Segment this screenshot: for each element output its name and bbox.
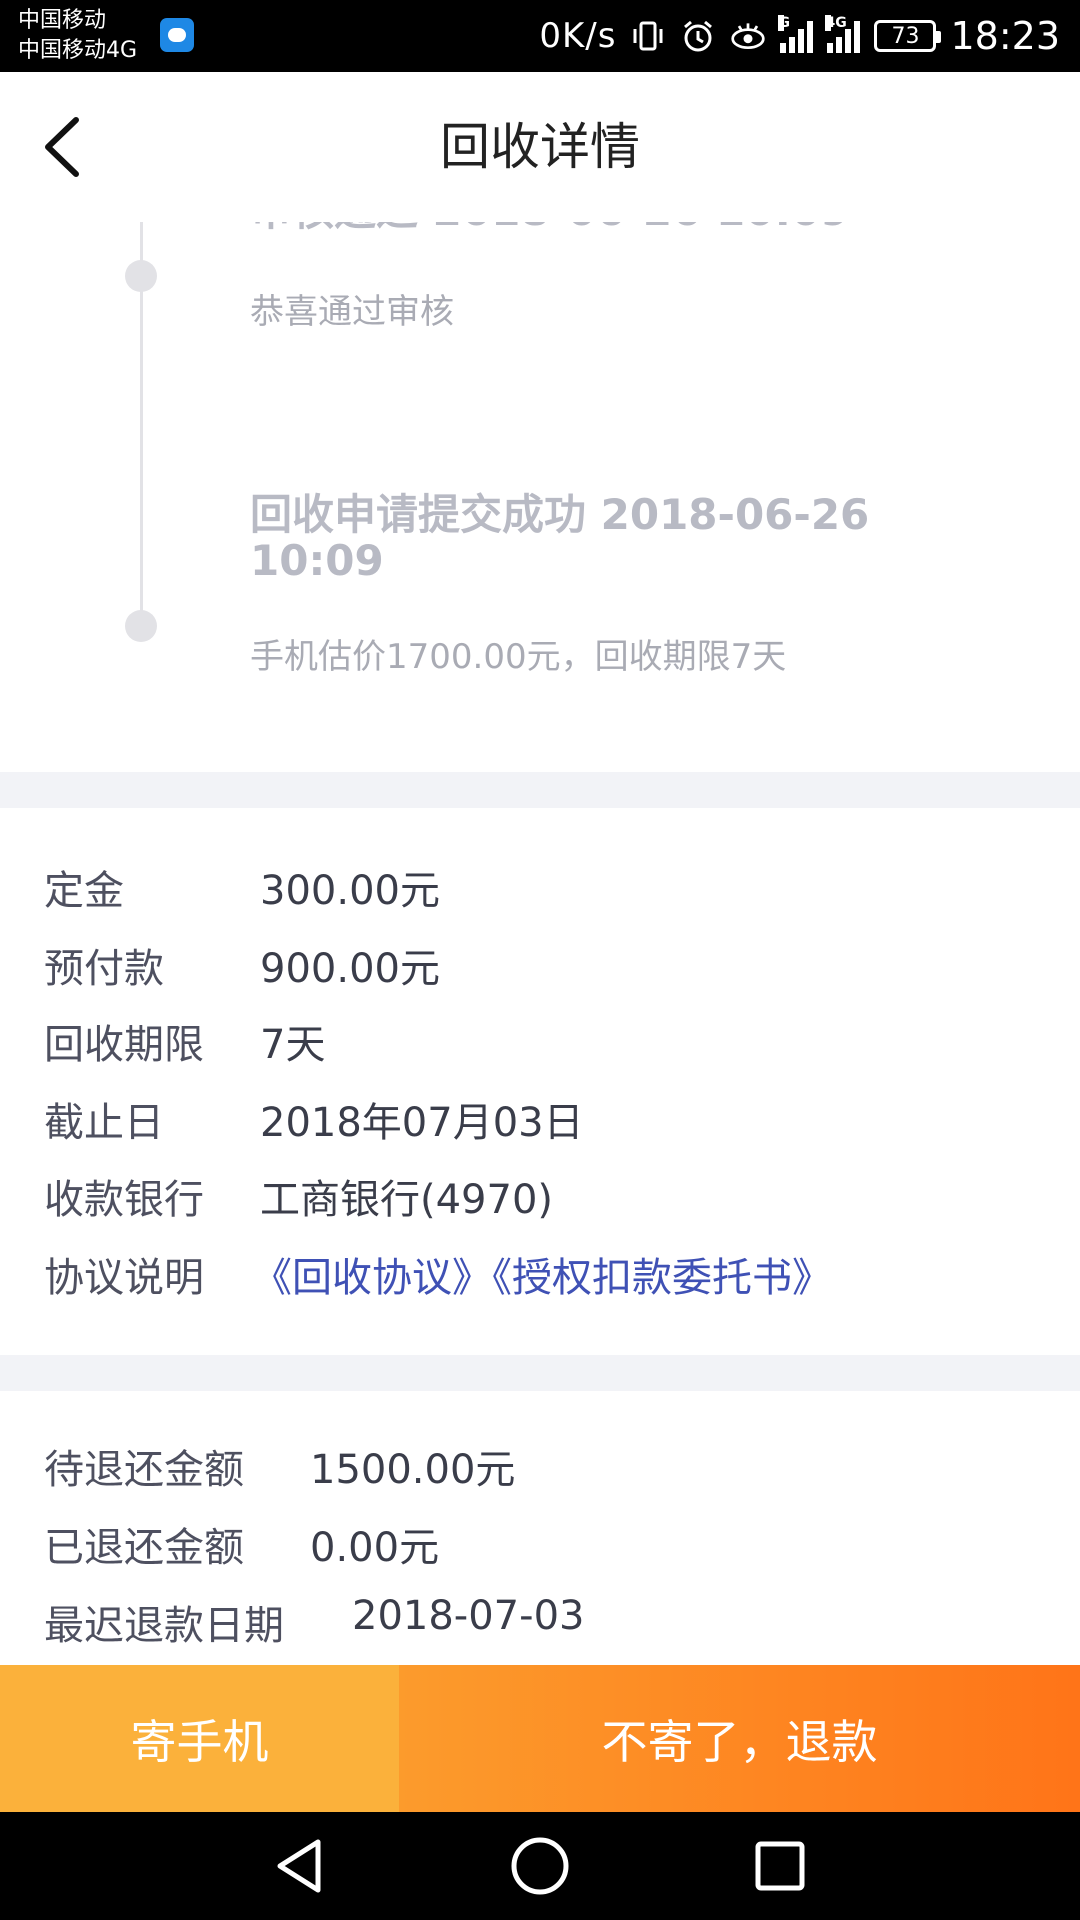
bracket-close: 》 bbox=[452, 1255, 492, 1301]
latest-refund-date-value: 2018-07-03 bbox=[352, 1593, 585, 1639]
term-label: 回收期限 bbox=[44, 1022, 204, 1068]
timeline-title-line2: 10:09 bbox=[250, 536, 384, 585]
nav-recents-button[interactable] bbox=[748, 1834, 812, 1898]
status-bar: 中国移动 中国移动4G 0K/s G 4G 73 18:23 bbox=[0, 0, 1080, 72]
header: 回收详情 bbox=[0, 72, 1080, 222]
eye-icon bbox=[730, 18, 766, 54]
timeline-desc: 手机估价1700.00元，回收期限7天 bbox=[250, 637, 787, 677]
nav-home-button[interactable] bbox=[508, 1834, 572, 1898]
carrier-2: 中国移动4G bbox=[18, 38, 138, 63]
network-speed: 0K/s bbox=[539, 16, 617, 56]
timeline-title-line1: 回收申请提交成功 2018-06-26 bbox=[250, 490, 870, 539]
progress-timeline: 审核通过 2018-06-26 10:09 恭喜通过审核 回收申请提交成功 20… bbox=[0, 222, 1080, 772]
cancel-and-refund-button[interactable]: 不寄了，退款 bbox=[399, 1665, 1080, 1812]
timeline-title: 回收申请提交成功 2018-06-26 10:09 bbox=[250, 492, 869, 584]
triangle-back-icon bbox=[277, 1839, 321, 1893]
bracket-open: 《 bbox=[252, 1255, 292, 1301]
returned-amount-value: 0.00元 bbox=[310, 1525, 440, 1571]
signal-4g-tag: 4G bbox=[825, 15, 847, 31]
debit-authorization-link[interactable]: 授权扣款委托书 bbox=[512, 1255, 792, 1301]
timeline-title-partial: 审核通过 2018-06-26 10:09 bbox=[250, 222, 850, 234]
deposit-value: 300.00元 bbox=[260, 868, 440, 914]
status-icons: 0K/s G 4G 73 18:23 bbox=[539, 0, 1060, 72]
returned-amount-label: 已退还金额 bbox=[44, 1525, 244, 1571]
navigation-bar bbox=[0, 1812, 1080, 1920]
battery-level: 73 bbox=[891, 23, 920, 49]
carrier-1: 中国移动 bbox=[18, 8, 107, 33]
battery-icon: 73 bbox=[874, 20, 942, 52]
signal-g-tag: G bbox=[778, 15, 790, 31]
deadline-label: 截止日 bbox=[44, 1100, 164, 1146]
nav-back-button[interactable] bbox=[268, 1834, 332, 1898]
pending-refund-value: 1500.00元 bbox=[310, 1447, 516, 1493]
bank-value: 工商银行(4970) bbox=[260, 1177, 554, 1223]
timeline-desc: 恭喜通过审核 bbox=[250, 292, 454, 332]
timeline-dot bbox=[125, 610, 157, 642]
timeline-dot bbox=[125, 260, 157, 292]
prepay-value: 900.00元 bbox=[260, 946, 440, 992]
circle-home-icon bbox=[511, 1837, 569, 1895]
deposit-label: 定金 bbox=[44, 868, 124, 914]
latest-refund-date-label: 最迟退款日期 bbox=[44, 1603, 284, 1649]
section-divider bbox=[0, 772, 1080, 808]
agreement-links: 《回收协议》《授权扣款委托书》 bbox=[252, 1245, 832, 1303]
recycle-agreement-link[interactable]: 回收协议 bbox=[292, 1255, 452, 1301]
deadline-value: 2018年07月03日 bbox=[260, 1100, 584, 1146]
agreement-label: 协议说明 bbox=[44, 1255, 204, 1301]
mail-phone-button[interactable]: 寄手机 bbox=[0, 1665, 399, 1812]
signal-4g-icon: 4G bbox=[825, 15, 861, 53]
alarm-icon bbox=[680, 18, 716, 54]
bracket-close: 》 bbox=[792, 1255, 832, 1301]
message-notification-icon bbox=[160, 18, 194, 52]
pending-refund-label: 待退还金额 bbox=[44, 1447, 244, 1493]
square-recents-icon bbox=[755, 1841, 805, 1891]
prepay-label: 预付款 bbox=[44, 946, 164, 992]
clock: 18:23 bbox=[950, 14, 1060, 58]
signal-g-icon: G bbox=[778, 15, 814, 53]
vibrate-icon bbox=[630, 18, 666, 54]
term-value: 7天 bbox=[260, 1022, 326, 1068]
bank-label: 收款银行 bbox=[44, 1177, 204, 1223]
page-title: 回收详情 bbox=[440, 118, 640, 176]
section-divider bbox=[0, 1355, 1080, 1391]
carrier-info: 中国移动 中国移动4G bbox=[18, 6, 137, 66]
bracket-open: 《 bbox=[492, 1255, 512, 1301]
